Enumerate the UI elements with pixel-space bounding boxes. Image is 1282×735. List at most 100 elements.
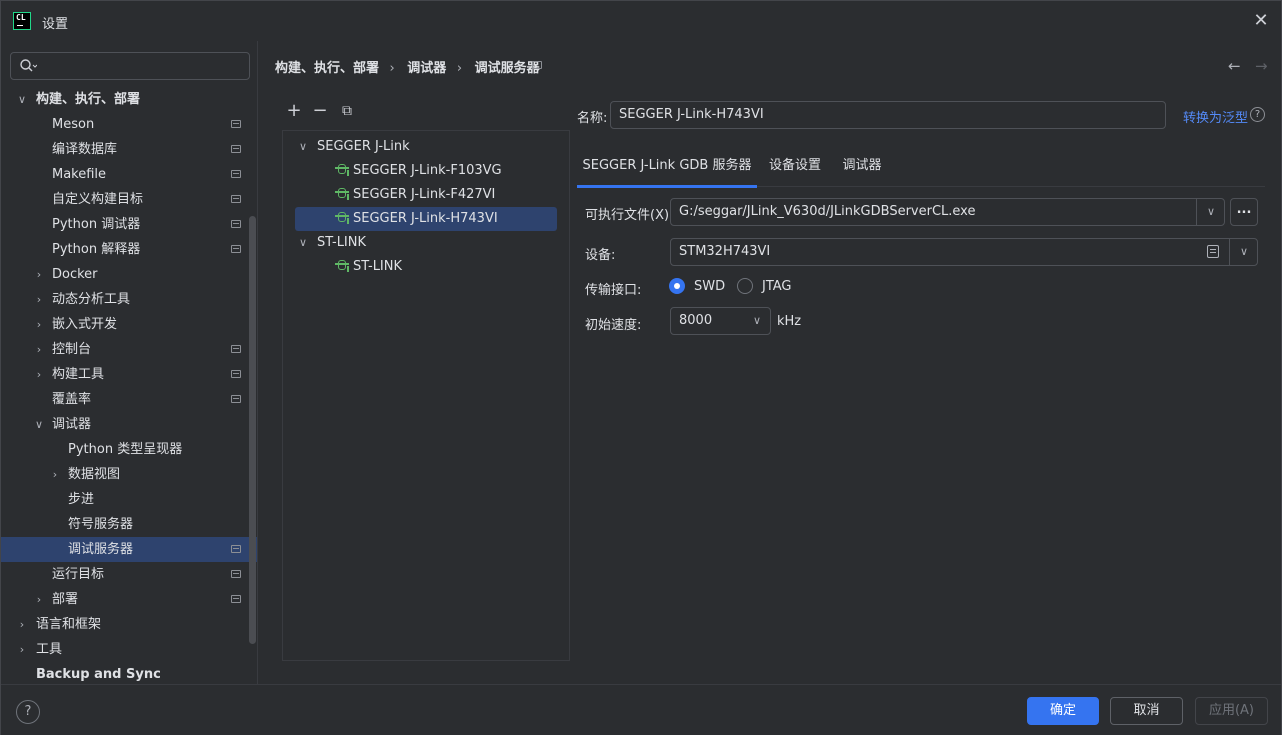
back-arrow-icon[interactable]: ← — [1228, 57, 1241, 75]
sidebar-item[interactable]: Makefile — [1, 162, 257, 187]
debug-server-icon — [335, 162, 349, 176]
ok-button[interactable]: 确定 — [1027, 697, 1099, 725]
project-scope-icon — [231, 245, 241, 253]
breadcrumb-item[interactable]: 构建、执行、部署 — [275, 61, 379, 76]
breadcrumb-item: 调试服务器 — [474, 61, 540, 76]
sidebar-item[interactable]: Python 调试器 — [1, 212, 257, 237]
sidebar-item[interactable]: ∨ 调试器 — [1, 412, 257, 437]
chevron-right-icon[interactable]: › — [33, 312, 45, 337]
sidebar-item[interactable]: 自定义构建目标 — [1, 187, 257, 212]
cancel-button[interactable]: 取消 — [1110, 697, 1183, 725]
tab-gdb-server[interactable]: SEGGER J-Link GDB 服务器 — [577, 147, 757, 188]
project-scope-icon — [231, 370, 241, 378]
sidebar-item[interactable]: › Docker — [1, 262, 257, 287]
name-label: 名称: — [577, 111, 608, 126]
swd-radio-label: SWD — [694, 279, 726, 294]
project-scope-icon — [231, 345, 241, 353]
speed-unit: kHz — [777, 314, 802, 329]
chevron-down-icon[interactable]: ∨ — [1197, 199, 1225, 225]
sidebar-item[interactable]: 步进 — [1, 487, 257, 512]
name-field[interactable]: SEGGER J-Link-H743VI — [610, 101, 1166, 129]
device-list-icon[interactable] — [1207, 245, 1219, 258]
sidebar-item[interactable]: › 工具 — [1, 637, 257, 662]
breadcrumb-item[interactable]: 调试器 — [407, 61, 446, 76]
sidebar-item[interactable]: 覆盖率 — [1, 387, 257, 412]
tab-debugger[interactable]: 调试器 — [837, 147, 887, 187]
config-item[interactable]: ST-LINK — [335, 255, 402, 279]
sidebar-item-label: Docker — [52, 267, 98, 282]
project-scope-icon — [231, 170, 241, 178]
sidebar-item-label: 运行目标 — [52, 567, 105, 582]
help-button[interactable]: ? — [16, 700, 40, 724]
sidebar-item[interactable]: › 嵌入式开发 — [1, 312, 257, 337]
sidebar-item[interactable]: Python 类型呈现器 — [1, 437, 257, 462]
sidebar-item-label: 符号服务器 — [68, 517, 134, 532]
window-title: 设置 — [42, 17, 69, 32]
sidebar-item[interactable]: 符号服务器 — [1, 512, 257, 537]
breadcrumb-separator: › — [389, 61, 395, 76]
tab-device-settings[interactable]: 设备设置 — [763, 147, 827, 187]
sidebar-item[interactable]: 调试服务器 — [1, 537, 257, 562]
executable-label: 可执行文件(X): — [585, 208, 674, 223]
sidebar-item-label: 步进 — [68, 492, 95, 507]
chevron-right-icon[interactable]: › — [33, 587, 45, 612]
config-item-selected[interactable]: SEGGER J-Link-H743VI — [295, 207, 557, 231]
sidebar-item-label: 构建、执行、部署 — [36, 92, 141, 107]
chevron-right-icon[interactable]: › — [33, 262, 45, 287]
executable-field[interactable]: G:/seggar/JLink_V630d/JLinkGDBServerCL.e… — [670, 198, 1225, 226]
config-item[interactable]: SEGGER J-Link-F427VI — [335, 183, 495, 207]
group-label: SEGGER J-Link — [317, 139, 410, 154]
sidebar-item[interactable]: 运行目标 — [1, 562, 257, 587]
speed-select[interactable]: 8000 ∨ — [670, 307, 771, 335]
config-item[interactable]: SEGGER J-Link-F103VG — [335, 159, 502, 183]
chevron-right-icon[interactable]: › — [49, 462, 61, 487]
chevron-right-icon[interactable]: › — [16, 637, 28, 662]
sidebar-item[interactable]: › 数据视图 — [1, 462, 257, 487]
chevron-right-icon[interactable]: › — [33, 337, 45, 362]
sidebar-item[interactable]: Meson — [1, 112, 257, 137]
sidebar-item-label: Python 类型呈现器 — [68, 442, 183, 457]
sidebar-item[interactable]: Backup and Sync — [1, 662, 257, 684]
sidebar-item[interactable]: ∨ 构建、执行、部署 — [1, 87, 257, 112]
config-tabs: SEGGER J-Link GDB 服务器 设备设置 调试器 — [577, 147, 1265, 188]
close-icon[interactable]: ✕ — [1251, 11, 1271, 31]
browse-button[interactable]: ... — [1230, 198, 1258, 226]
project-scope-icon — [231, 120, 241, 128]
chevron-right-icon[interactable]: › — [33, 287, 45, 312]
convert-to-generic-link[interactable]: 转换为泛型 — [1183, 107, 1248, 126]
sidebar-scrollbar[interactable] — [249, 216, 256, 644]
tree-group-stlink[interactable]: ∨ ST-LINK — [283, 231, 569, 255]
sidebar-item[interactable]: › 部署 — [1, 587, 257, 612]
device-field[interactable]: STM32H743VI ∨ — [670, 238, 1258, 266]
sidebar-item-label: 数据视图 — [68, 467, 121, 482]
swd-radio[interactable] — [669, 278, 685, 294]
forward-arrow-icon: → — [1255, 57, 1268, 75]
chevron-down-icon[interactable]: ∨ — [1230, 239, 1258, 265]
tree-group-segger[interactable]: ∨ SEGGER J-Link — [283, 135, 569, 159]
settings-tree: ∨ 构建、执行、部署 Meson 编译数据库 Makefile 自定义构建目标 Python… — [1, 87, 258, 684]
sidebar-item[interactable]: Python 解释器 — [1, 237, 257, 262]
chevron-down-icon[interactable]: ∨ — [33, 412, 45, 437]
chevron-down-icon[interactable]: ∨ — [16, 87, 28, 112]
search-input[interactable] — [10, 52, 250, 80]
chevron-right-icon[interactable]: › — [16, 612, 28, 637]
clion-logo-icon: CL — [13, 12, 31, 30]
jtag-radio[interactable] — [737, 278, 753, 294]
sidebar-item[interactable]: › 构建工具 — [1, 362, 257, 387]
chevron-right-icon[interactable]: › — [33, 362, 45, 387]
speed-label: 初始速度: — [585, 318, 642, 333]
sidebar-item-label: Makefile — [52, 167, 107, 182]
sidebar-item-label: 动态分析工具 — [52, 292, 131, 307]
settings-sidebar: ∨ 构建、执行、部署 Meson 编译数据库 Makefile 自定义构建目标 Python… — [1, 41, 258, 684]
chevron-down-icon: ∨ — [299, 236, 308, 249]
debug-server-icon — [335, 186, 349, 200]
project-scope-icon — [231, 145, 241, 153]
sidebar-item[interactable]: 编译数据库 — [1, 137, 257, 162]
help-icon[interactable]: ? — [1250, 107, 1265, 122]
remove-icon[interactable]: − — [310, 101, 330, 121]
sidebar-item[interactable]: › 控制台 — [1, 337, 257, 362]
sidebar-item[interactable]: › 动态分析工具 — [1, 287, 257, 312]
copy-icon[interactable]: ⧉ — [337, 101, 357, 121]
add-icon[interactable]: + — [284, 101, 304, 121]
sidebar-item[interactable]: › 语言和框架 — [1, 612, 257, 637]
